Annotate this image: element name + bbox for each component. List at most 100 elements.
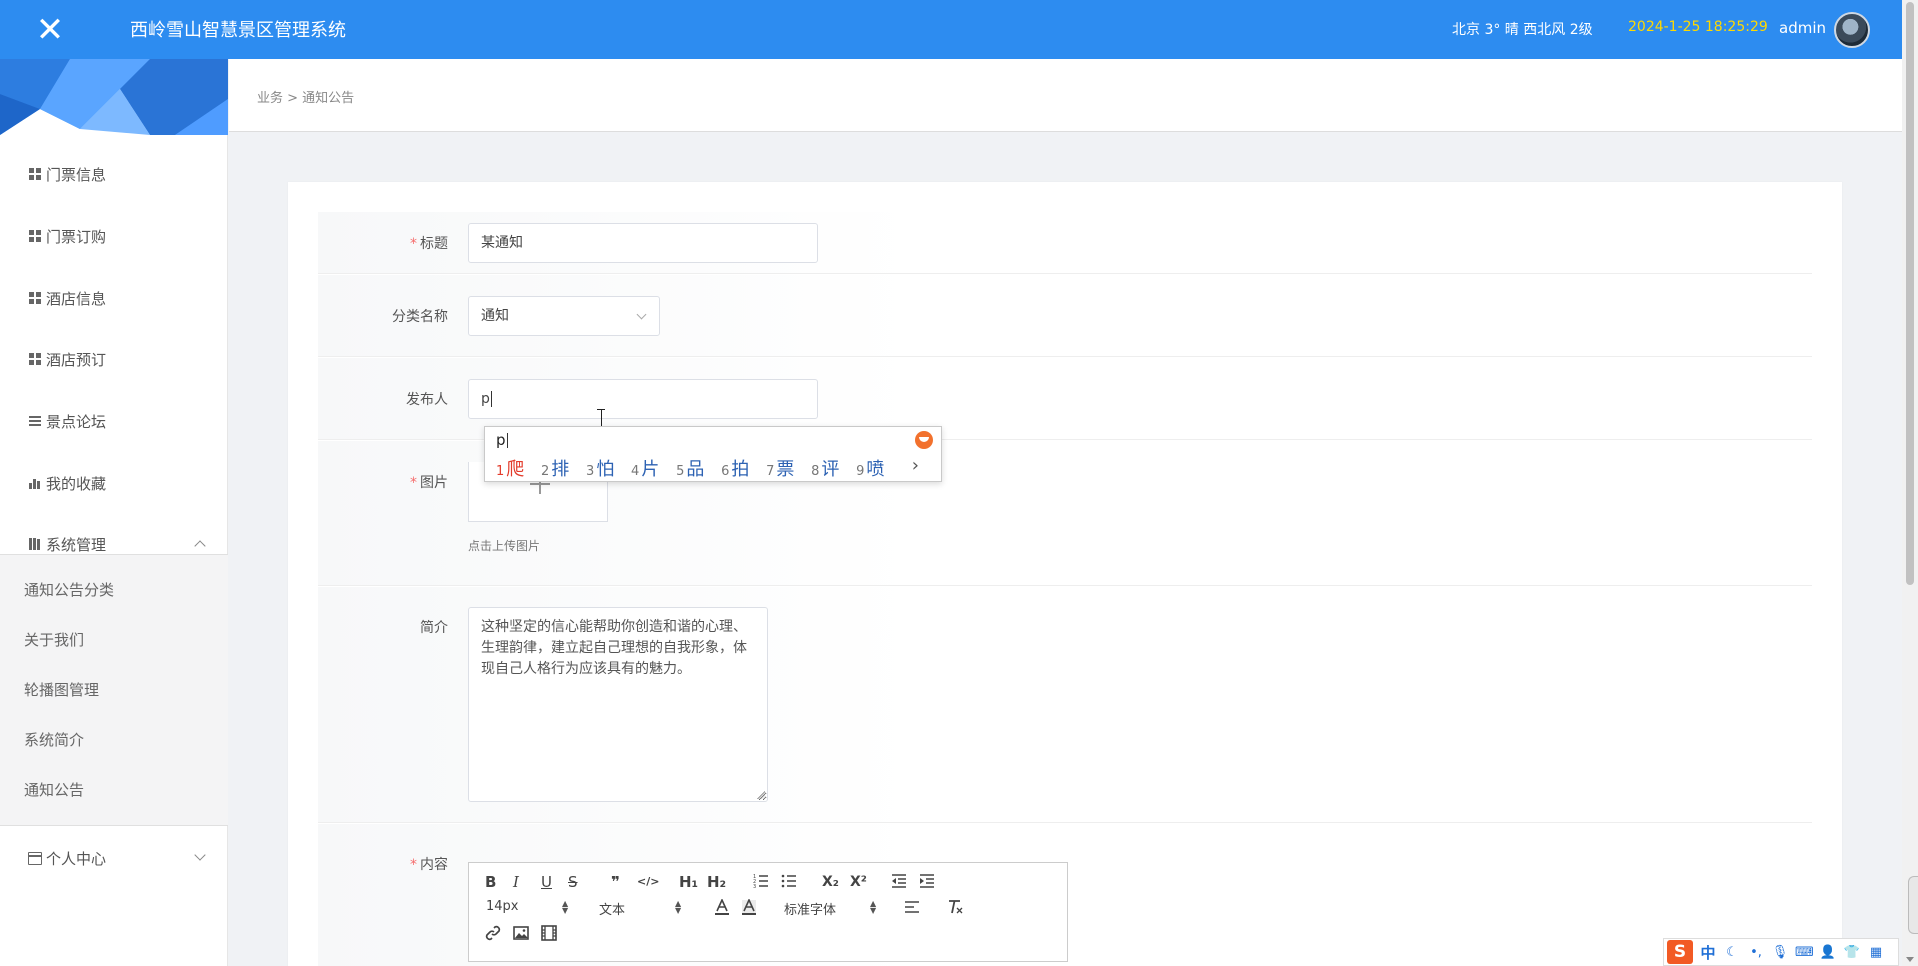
toolbox-icon[interactable]: ▦: [1867, 945, 1885, 960]
ime-candidate[interactable]: 4片: [631, 455, 659, 481]
video-insert-button[interactable]: [541, 925, 557, 945]
close-icon: ✕: [35, 9, 65, 50]
select-arrows-icon: ▲ ▼: [562, 899, 569, 915]
sidebar-item-personal-center[interactable]: 个人中心: [0, 838, 228, 878]
form-row-category: 分类名称 通知: [318, 275, 1812, 357]
skin-icon[interactable]: 👕: [1843, 945, 1861, 960]
intro-textarea[interactable]: 这种坚定的信心能帮助你创造和谐的心理、生理韵律，建立起自己理想的自我形象，体现自…: [468, 607, 768, 802]
heading1-button[interactable]: H₁: [679, 873, 698, 891]
ime-candidate[interactable]: 7票: [766, 455, 794, 481]
submenu-item-system-intro[interactable]: 系统简介: [24, 729, 84, 750]
scroll-down-arrow-icon[interactable]: [1906, 957, 1914, 962]
ime-candidate[interactable]: 9喷: [856, 455, 884, 481]
sidebar-item-ticket-order[interactable]: 门票订购: [0, 216, 228, 256]
background-color-button[interactable]: [741, 898, 757, 920]
background-color-icon: [742, 898, 756, 915]
keyboard-icon[interactable]: ⌨: [1795, 945, 1814, 960]
page-scrollbar[interactable]: [1902, 0, 1918, 966]
sidebar-item-label: 景点论坛: [46, 412, 107, 431]
font-color-icon: [715, 898, 729, 915]
sidebar-item-label: 酒店信息: [46, 289, 107, 308]
ime-status-bar: S 中 ☾ •, 🎙 ⌨ 👤 👕 ▦: [1663, 938, 1899, 966]
close-menu-button[interactable]: ✕: [0, 0, 100, 59]
intro-label: 简介: [420, 620, 448, 636]
ime-next-page-button[interactable]: ›: [912, 455, 919, 476]
ordered-list-button[interactable]: 123: [753, 873, 769, 893]
sidebar-item-favorites[interactable]: 我的收藏: [0, 463, 228, 503]
ime-candidate[interactable]: 5品: [676, 455, 704, 481]
breadcrumb-bar: 业务 > 通知公告: [229, 59, 1902, 132]
bold-button[interactable]: B: [485, 873, 496, 891]
submenu-item-notice[interactable]: 通知公告: [24, 779, 84, 800]
ime-candidate[interactable]: 2排: [541, 455, 569, 481]
ime-candidate[interactable]: 6拍: [721, 455, 749, 481]
indent-icon: [920, 874, 934, 888]
font-size-select[interactable]: 14px ▲ ▼: [486, 899, 571, 915]
underline-button[interactable]: U: [541, 873, 552, 891]
ime-brand-icon[interactable]: S: [1667, 940, 1693, 964]
subscript-button[interactable]: X₂: [822, 873, 839, 891]
align-button[interactable]: [904, 900, 920, 918]
ime-candidate[interactable]: 8评: [811, 455, 839, 481]
punctuation-icon[interactable]: •,: [1747, 945, 1765, 960]
select-arrows-icon: ▲ ▼: [675, 899, 682, 915]
sidebar-item-label: 门票订购: [46, 227, 107, 246]
italic-button[interactable]: I: [513, 873, 519, 891]
sidebar-item-label: 酒店预订: [46, 350, 107, 369]
ime-logo-icon[interactable]: [915, 431, 933, 449]
side-floating-tab[interactable]: [1908, 876, 1918, 934]
form-row-intro: 简介 这种坚定的信心能帮助你创造和谐的心理、生理韵律，建立起自己理想的自我形象，…: [318, 587, 1812, 823]
align-icon: [905, 901, 919, 913]
submenu-item-carousel[interactable]: 轮播图管理: [24, 679, 99, 700]
list-icon: [28, 414, 42, 428]
link-button[interactable]: [485, 925, 501, 945]
user-icon[interactable]: 👤: [1819, 945, 1837, 960]
resize-handle[interactable]: [757, 791, 765, 799]
sidebar-item-ticket-info[interactable]: 门票信息: [0, 154, 228, 194]
sidebar-item-label: 系统管理: [46, 535, 107, 554]
font-family-select[interactable]: 标准字体 ▲ ▼: [784, 899, 879, 919]
publisher-input[interactable]: p: [468, 379, 818, 419]
breadcrumb: 业务 > 通知公告: [257, 91, 355, 106]
bullet-list-button[interactable]: [781, 873, 797, 893]
clear-format-button[interactable]: [947, 899, 963, 919]
sidebar-item-hotel-info[interactable]: 酒店信息: [0, 278, 228, 318]
title-input[interactable]: 某通知: [468, 223, 818, 263]
category-label: 分类名称: [392, 309, 448, 325]
rich-text-editor[interactable]: B I U S ❞ </> H₁ H₂ 123 X₂ X² 14px ▲ ▼ 文…: [468, 862, 1068, 962]
image-label: * 图片: [410, 475, 448, 491]
scrollbar-thumb[interactable]: [1906, 2, 1914, 585]
font-color-button[interactable]: [714, 898, 730, 920]
grid-icon: [28, 229, 42, 243]
form-card: * 标题 某通知 分类名称 通知 发布人 p * 图片 点击上传图片 简介 这种坚定…: [288, 182, 1842, 966]
banner-graphic: [0, 59, 228, 135]
category-select[interactable]: 通知: [468, 296, 660, 336]
blockquote-button[interactable]: ❞: [611, 873, 620, 891]
strike-button[interactable]: S: [568, 873, 578, 891]
text-style-select[interactable]: 文本 ▲ ▼: [599, 899, 684, 919]
avatar[interactable]: [1834, 12, 1870, 48]
submenu-item-about-us[interactable]: 关于我们: [24, 629, 84, 650]
sidebar-item-hotel-booking[interactable]: 酒店预订: [0, 339, 228, 379]
ime-candidates: 1爬 2排 3怕 4片 5品 6拍 7票 8评 9喷: [496, 455, 895, 481]
bullet-list-icon: [781, 874, 796, 888]
superscript-button[interactable]: X²: [850, 873, 867, 891]
weather-info: 北京 3° 晴 西北风 2级: [1452, 22, 1593, 38]
card-icon: [28, 851, 42, 865]
ime-candidate[interactable]: 1爬: [496, 455, 524, 481]
sidebar-item-forum[interactable]: 景点论坛: [0, 401, 228, 441]
microphone-icon[interactable]: 🎙: [1771, 945, 1789, 960]
outdent-button[interactable]: [891, 873, 907, 893]
heading2-button[interactable]: H₂: [707, 873, 726, 891]
ime-candidate[interactable]: 3怕: [586, 455, 614, 481]
publisher-label: 发布人: [406, 392, 448, 408]
code-block-button[interactable]: </>: [637, 873, 659, 891]
moon-icon[interactable]: ☾: [1723, 945, 1741, 960]
image-insert-button[interactable]: [513, 925, 529, 945]
username[interactable]: admin: [1779, 19, 1826, 37]
ime-language-toggle[interactable]: 中: [1699, 942, 1717, 963]
indent-button[interactable]: [919, 873, 935, 893]
title-label: * 标题: [410, 236, 448, 252]
text-cursor-icon: [597, 409, 605, 429]
submenu-item-notice-category[interactable]: 通知公告分类: [24, 579, 114, 600]
